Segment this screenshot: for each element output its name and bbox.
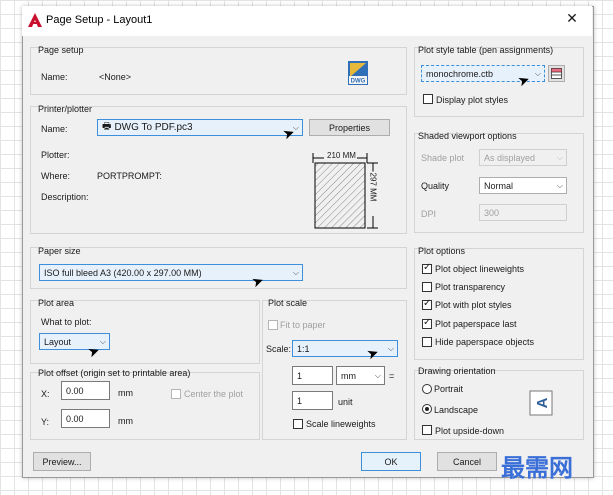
chevron-down-icon: ⌵ [534, 68, 541, 78]
what-to-plot-value: Layout [44, 336, 72, 347]
plot-scale-group-label: Plot scale [268, 298, 308, 308]
scale-top-input[interactable]: 1 [292, 366, 333, 385]
dwg-file-icon: DWG [347, 60, 369, 86]
paper-size-group-label: Paper size [38, 246, 81, 256]
landscape-label: Landscape [434, 405, 479, 415]
center-plot-checkbox[interactable] [171, 389, 181, 399]
what-to-plot-label: What to plot: [41, 317, 92, 327]
autocad-logo-icon [28, 13, 42, 27]
dpi-input[interactable]: 300 [479, 204, 567, 221]
fit-to-paper-checkbox[interactable] [268, 320, 278, 330]
plot-style-table-group-label: Plot style table (pen assignments) [418, 45, 554, 55]
display-plot-styles-checkbox[interactable] [423, 94, 433, 104]
chevron-down-icon: ⌵ [374, 370, 381, 380]
scale-select[interactable]: 1:1 ⌵ [292, 340, 398, 357]
quality-select[interactable]: Normal ⌵ [479, 177, 567, 194]
plot-options-group-label: Plot options [418, 246, 466, 256]
plot-style-table-group [414, 47, 584, 117]
scale-value: 1:1 [297, 343, 310, 354]
drawing-orientation-group-label: Drawing orientation [418, 366, 496, 376]
offset-y-unit: mm [118, 416, 133, 426]
plot-option-label: Plot paperspace last [435, 319, 517, 329]
chevron-down-icon: ⌵ [556, 152, 563, 162]
paper-size-value: ISO full bleed A3 (420.00 x 297.00 MM) [44, 267, 202, 278]
center-plot-label: Center the plot [184, 389, 244, 399]
plot-option-checkbox[interactable] [422, 282, 432, 292]
shade-plot-label: Shade plot [421, 153, 465, 163]
offset-y-input[interactable]: 0.00 [61, 409, 110, 428]
quality-label: Quality [421, 181, 450, 191]
shade-plot-value: As displayed [484, 152, 536, 163]
paper-height-label: 297 MM [368, 171, 378, 203]
svg-text:A: A [534, 397, 551, 408]
plot-option-label: Plot transparency [435, 282, 506, 292]
plot-style-value: monochrome.ctb [426, 68, 494, 79]
plot-area-group-label: Plot area [38, 298, 75, 308]
description-label: Description: [41, 192, 89, 202]
where-label: Where: [41, 171, 71, 181]
dpi-label: DPI [421, 209, 437, 219]
dialog-title: Page Setup - Layout1 [46, 14, 153, 26]
watermark-logo: 最需网 [501, 454, 573, 482]
printer-name-value: DWG To PDF.pc3 [114, 122, 193, 133]
scale-lineweights-label: Scale lineweights [306, 419, 376, 429]
chevron-down-icon: ⌵ [292, 267, 299, 277]
printer-name-select[interactable]: 🖶 DWG To PDF.pc3 ⌵ [97, 119, 303, 136]
dwg-icon-text: DWG [351, 79, 366, 85]
plot-area-group [30, 300, 260, 364]
printer-name-label: Name: [41, 124, 68, 134]
shade-plot-select[interactable]: As displayed ⌵ [479, 149, 567, 166]
scale-bottom-input[interactable]: 1 [292, 391, 333, 410]
plot-option-checkbox[interactable] [422, 262, 432, 274]
paper-width-label: 210 MM [326, 151, 357, 160]
offset-x-label: X: [41, 389, 50, 399]
scale-lineweights-checkbox[interactable] [293, 419, 303, 429]
plot-option-label: Plot with plot styles [435, 300, 512, 310]
properties-button[interactable]: Properties [309, 119, 390, 136]
printer-plotter-group-label: Printer/plotter [38, 104, 93, 114]
portrait-radio[interactable] [422, 384, 432, 394]
page-setup-group-label: Page setup [38, 45, 84, 55]
plot-option-label: Hide paperspace objects [435, 337, 535, 347]
scale-label: Scale: [266, 344, 292, 354]
portrait-label: Portrait [434, 384, 464, 394]
fit-to-paper-label: Fit to paper [280, 320, 326, 330]
edit-plot-style-button[interactable] [548, 65, 565, 82]
page-setup-name-label: Name: [41, 72, 68, 82]
scale-bottom-unit: unit [338, 397, 353, 407]
close-icon[interactable]: ✕ [565, 11, 579, 25]
ok-button[interactable]: OK [361, 452, 421, 471]
orientation-preview-icon: A [529, 390, 553, 416]
chevron-down-icon: ⌵ [556, 180, 563, 190]
landscape-radio[interactable] [422, 404, 432, 414]
where-value: PORTPROMPT: [97, 171, 162, 181]
scale-unit-select[interactable]: mm ⌵ [336, 366, 385, 385]
cancel-button[interactable]: Cancel [437, 452, 497, 471]
printer-icon: 🖶 [102, 121, 112, 132]
quality-value: Normal [484, 180, 514, 191]
plot-option-checkbox[interactable] [422, 317, 432, 329]
preview-button[interactable]: Preview... [33, 452, 91, 471]
chevron-down-icon: ⌵ [99, 336, 106, 346]
plot-option-label: Plot object lineweights [435, 264, 525, 274]
plot-option-checkbox[interactable] [422, 298, 432, 310]
plotter-label: Plotter: [41, 150, 70, 160]
plot-option-checkbox[interactable] [422, 337, 432, 347]
upside-down-label: Plot upside-down [435, 426, 505, 436]
page-setup-name-value: <None> [99, 72, 132, 82]
offset-x-input[interactable]: 0.00 [61, 381, 110, 400]
offset-x-unit: mm [118, 388, 133, 398]
plot-offset-group-label: Plot offset (origin set to printable are… [38, 368, 191, 378]
shaded-viewport-group-label: Shaded viewport options [418, 131, 517, 141]
what-to-plot-select[interactable]: Layout ⌵ [39, 333, 110, 350]
table-edit-icon [551, 68, 562, 79]
scale-unit-value: mm [341, 370, 356, 381]
chevron-down-icon: ⌵ [387, 343, 394, 353]
offset-y-label: Y: [41, 417, 50, 427]
scale-equals: = [389, 371, 395, 381]
display-plot-styles-label: Display plot styles [436, 95, 509, 105]
upside-down-checkbox[interactable] [422, 425, 432, 435]
